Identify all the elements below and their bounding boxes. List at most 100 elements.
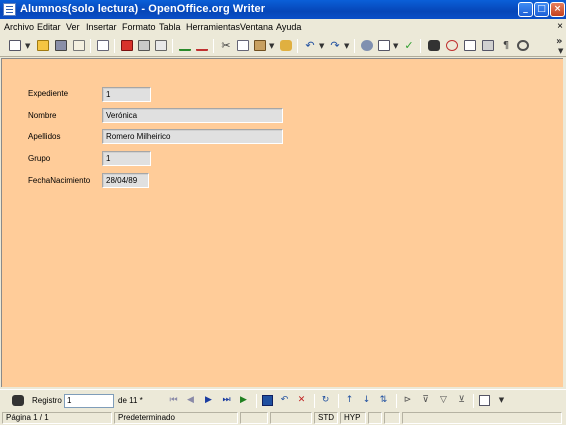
status-language[interactable] [270, 412, 312, 424]
export-pdf-icon[interactable] [120, 39, 134, 52]
refresh-icon[interactable]: ↻ [320, 395, 331, 406]
toolbar-separator [172, 39, 173, 53]
paste-icon[interactable] [253, 39, 267, 52]
field-grupo[interactable]: 1 [102, 151, 151, 166]
record-number-input[interactable]: 1 [64, 394, 114, 408]
form-navigation-bar: Registro 1 de 11 * ⏮ ◀ ▶ ⏭ ▶ ↶ ✕ ↻ ↑ ↓ ⇅… [0, 389, 566, 411]
field-expediente[interactable]: 1 [102, 87, 151, 102]
edit-file-icon[interactable] [96, 39, 110, 52]
chevron-down-icon[interactable]: ▼ [269, 42, 274, 50]
chevron-down-icon[interactable]: ▼ [25, 42, 30, 50]
autospellcheck-icon[interactable] [195, 39, 209, 52]
toolbar-separator [297, 39, 298, 53]
menu-ayuda[interactable]: Ayuda [276, 22, 301, 32]
chevron-down-icon[interactable]: ▼ [319, 42, 324, 50]
toolbar-separator [114, 39, 115, 53]
chevron-down-icon[interactable]: ▼ [344, 42, 349, 50]
first-record-icon[interactable]: ⏮ [168, 395, 179, 406]
toolbar-separator [213, 39, 214, 53]
zoom-icon[interactable] [516, 39, 530, 52]
chevron-down-icon[interactable]: ▼ [558, 47, 563, 55]
data-sources-icon[interactable] [481, 39, 495, 52]
minimize-button[interactable]: _ [518, 2, 533, 17]
toolbar-separator [314, 394, 315, 408]
draw-functions-icon[interactable]: ✓ [402, 39, 416, 52]
window-title: Alumnos(solo lectura) - OpenOffice.org W… [20, 3, 266, 15]
chevron-down-icon[interactable]: ▼ [496, 395, 507, 406]
table-icon[interactable] [377, 39, 391, 52]
page-preview-icon[interactable] [154, 39, 168, 52]
data-to-text-icon[interactable] [479, 395, 490, 406]
label-apellidos: Apellidos [28, 132, 61, 141]
menu-archivo[interactable]: Archivo [4, 22, 34, 32]
toolbar-overflow-icon[interactable]: » [556, 36, 562, 47]
maximize-button[interactable]: □ [534, 2, 549, 17]
status-page[interactable]: Página 1 / 1 [2, 412, 112, 424]
save-record-icon[interactable] [262, 395, 273, 406]
toolbar-separator [420, 39, 421, 53]
menu-ver[interactable]: Ver [66, 22, 80, 32]
menu-tabla[interactable]: Tabla [159, 22, 181, 32]
status-selection-mode[interactable]: HYP [340, 412, 366, 424]
toolbar-separator [256, 394, 257, 408]
spellcheck-icon[interactable] [178, 39, 192, 52]
standard-filter-icon[interactable]: ⊽ [420, 395, 431, 406]
previous-record-icon[interactable]: ◀ [185, 395, 196, 406]
chevron-down-icon[interactable]: ▼ [393, 42, 398, 50]
status-signature[interactable] [384, 412, 400, 424]
status-insert-mode[interactable]: STD [314, 412, 338, 424]
save-icon[interactable] [54, 39, 68, 52]
status-bar: Página 1 / 1 Predeterminado STD HYP [0, 411, 566, 425]
cut-icon[interactable]: ✂ [219, 39, 233, 52]
sort-ascending-icon[interactable]: ↑ [344, 395, 355, 406]
delete-record-icon[interactable]: ✕ [296, 395, 307, 406]
email-icon[interactable] [72, 39, 86, 52]
print-icon[interactable] [137, 39, 151, 52]
remove-filter-icon[interactable]: ⊻ [456, 395, 467, 406]
format-paintbrush-icon[interactable] [279, 39, 293, 52]
status-modified[interactable] [368, 412, 382, 424]
hyperlink-icon[interactable] [360, 39, 374, 52]
field-fechanacimiento[interactable]: 28/04/89 [102, 173, 149, 188]
last-record-icon[interactable]: ⏭ [221, 395, 232, 406]
undo-icon[interactable]: ↶ [303, 39, 317, 52]
autofilter-icon[interactable]: ⊳ [402, 395, 413, 406]
toolbar-separator [338, 394, 339, 408]
undo-record-icon[interactable]: ↶ [279, 395, 290, 406]
sort-icon[interactable]: ⇅ [378, 395, 389, 406]
field-nombre[interactable]: Verónica [102, 108, 283, 123]
new-record-icon[interactable]: ▶ [238, 395, 249, 406]
toolbar-separator [90, 39, 91, 53]
next-record-icon[interactable]: ▶ [203, 395, 214, 406]
nonprinting-characters-icon[interactable]: ¶ [499, 39, 513, 52]
status-info [402, 412, 562, 424]
apply-filter-icon[interactable]: ▽ [438, 395, 449, 406]
document-close-icon[interactable]: × [557, 21, 563, 32]
toolbar-separator [396, 394, 397, 408]
menu-editar[interactable]: Editar [37, 22, 61, 32]
standard-toolbar: ▼ ✂ ▼ ↶ ▼ ↷ ▼ ▼ ✓ ¶ » ▼ [0, 35, 566, 57]
close-button[interactable]: × [550, 2, 565, 17]
menu-herramientas[interactable]: Herramientas [186, 22, 240, 32]
copy-icon[interactable] [236, 39, 250, 52]
document-area[interactable]: Expediente 1 Nombre Verónica Apellidos R… [1, 58, 563, 387]
title-bar: Alumnos(solo lectura) - OpenOffice.org W… [0, 0, 566, 19]
menu-insertar[interactable]: Insertar [86, 22, 117, 32]
field-apellidos[interactable]: Romero Milheirico [102, 129, 283, 144]
open-folder-icon[interactable] [36, 39, 50, 52]
find-record-icon[interactable] [11, 394, 25, 407]
navigator-icon[interactable] [445, 39, 459, 52]
gallery-icon[interactable] [463, 39, 477, 52]
menu-ventana[interactable]: Ventana [240, 22, 273, 32]
sort-descending-icon[interactable]: ↓ [361, 395, 372, 406]
menu-bar: Archivo Editar Ver Insertar Formato Tabl… [0, 19, 566, 35]
find-replace-icon[interactable] [427, 39, 441, 52]
menu-formato[interactable]: Formato [122, 22, 156, 32]
status-zoom[interactable] [240, 412, 268, 424]
new-document-icon[interactable] [8, 39, 22, 52]
writer-app-icon[interactable] [3, 3, 16, 16]
redo-icon[interactable]: ↷ [328, 39, 342, 52]
toolbar-separator [354, 39, 355, 53]
status-page-style[interactable]: Predeterminado [114, 412, 238, 424]
label-expediente: Expediente [28, 89, 69, 98]
